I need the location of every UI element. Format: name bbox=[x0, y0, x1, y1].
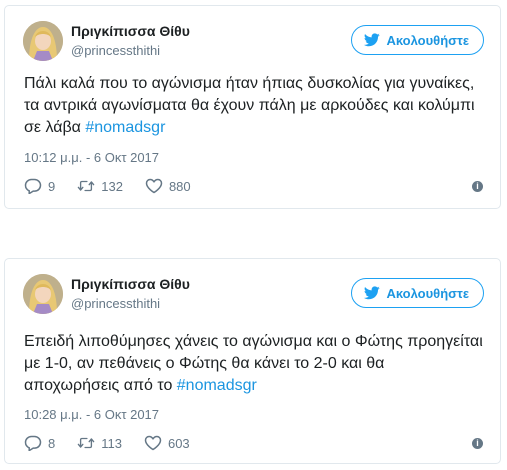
embedded-tweet: Πριγκίπισσα Θίθυ @princessthithi Ακολουθ… bbox=[4, 258, 501, 464]
like-count: 603 bbox=[167, 435, 190, 451]
reply-action[interactable]: 8 bbox=[24, 435, 55, 451]
follow-label: Ακολουθήστε bbox=[386, 285, 469, 301]
avatar[interactable] bbox=[23, 274, 63, 314]
follow-button[interactable]: Ακολουθήστε bbox=[351, 278, 484, 308]
reply-action[interactable]: 9 bbox=[24, 178, 55, 194]
twitter-bird-icon bbox=[364, 33, 381, 47]
display-name[interactable]: Πριγκίπισσα Θίθυ bbox=[71, 276, 190, 292]
display-name[interactable]: Πριγκίπισσα Θίθυ bbox=[71, 23, 190, 39]
reply-count: 8 bbox=[48, 435, 56, 451]
info-icon[interactable]: i bbox=[472, 181, 483, 192]
tweet-timestamp[interactable]: 10:28 μ.μ. - 6 Οκτ 2017 bbox=[24, 407, 159, 422]
follow-label: Ακολουθήστε bbox=[386, 32, 469, 48]
tweet-timestamp[interactable]: 10:12 μ.μ. - 6 Οκτ 2017 bbox=[24, 150, 159, 165]
twitter-bird-icon bbox=[364, 286, 381, 300]
tweet-text: Πάλι καλά που το αγώνισμα ήταν ήπιας δυσ… bbox=[24, 73, 484, 139]
user-handle[interactable]: @princessthithi bbox=[71, 296, 160, 311]
retweet-action[interactable]: 113 bbox=[77, 435, 122, 451]
like-count: 880 bbox=[168, 178, 191, 194]
retweet-count: 132 bbox=[101, 178, 123, 194]
reply-icon bbox=[24, 435, 42, 451]
follow-button[interactable]: Ακολουθήστε bbox=[351, 25, 484, 55]
heart-icon bbox=[145, 178, 163, 194]
tweet-actions: 9 132 880 bbox=[24, 178, 213, 194]
user-handle[interactable]: @princessthithi bbox=[71, 43, 160, 58]
reply-count: 9 bbox=[48, 178, 56, 194]
retweet-action[interactable]: 132 bbox=[77, 178, 123, 194]
tweet-text: Επειδή λιποθύμησες χάνεις το αγώνισμα κα… bbox=[24, 331, 484, 397]
retweet-icon bbox=[77, 437, 95, 449]
embedded-tweet: Πριγκίπισσα Θίθυ @princessthithi Ακολουθ… bbox=[4, 5, 501, 209]
like-action[interactable]: 880 bbox=[145, 178, 191, 194]
heart-icon bbox=[144, 435, 162, 451]
avatar[interactable] bbox=[23, 21, 63, 61]
info-icon[interactable]: i bbox=[472, 438, 483, 449]
hashtag-link[interactable]: #nomadsgr bbox=[85, 119, 165, 136]
tweet-actions: 8 113 603 bbox=[24, 435, 212, 451]
retweet-icon bbox=[77, 180, 95, 192]
hashtag-link[interactable]: #nomadsgr bbox=[177, 377, 257, 394]
reply-icon bbox=[24, 178, 42, 194]
like-action[interactable]: 603 bbox=[144, 435, 190, 451]
retweet-count: 113 bbox=[101, 435, 122, 451]
